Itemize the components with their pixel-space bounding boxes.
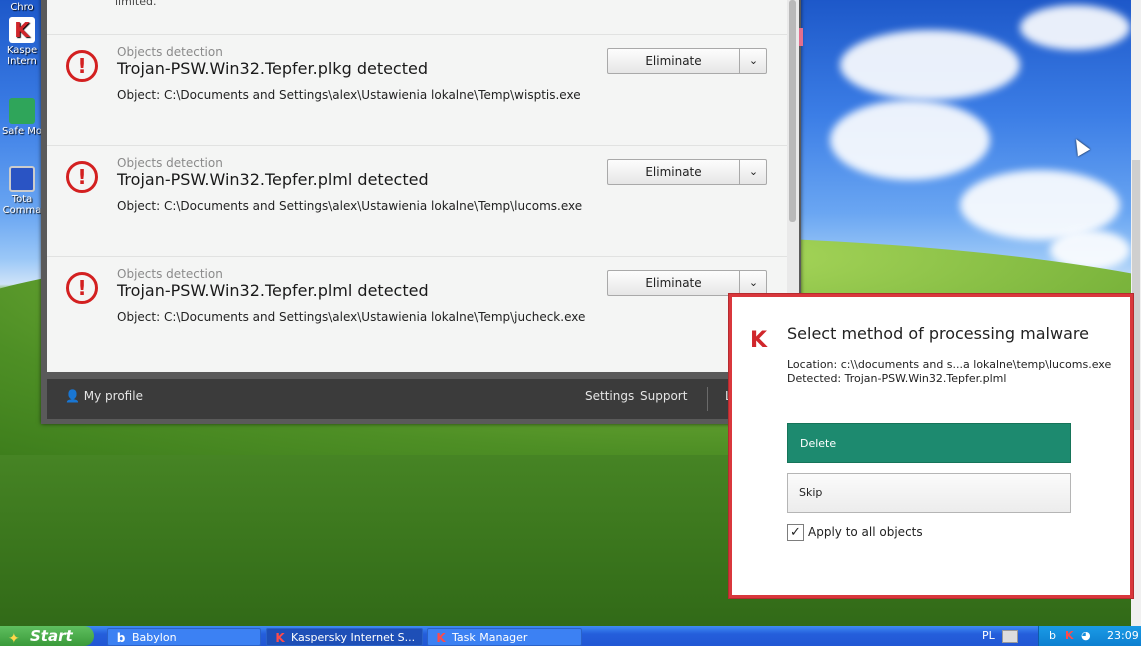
language-indicator[interactable]: PL [982,626,995,646]
malware-processing-dialog: K Select method of processing malware Lo… [729,294,1133,598]
detection-object: Object: C:\Documents and Settings\alex\U… [117,310,586,324]
support-link[interactable]: Support [640,389,687,403]
chevron-down-icon[interactable]: ⌄ [739,160,767,184]
eliminate-button-group: Eliminate ⌄ [607,48,767,74]
detected-text: Detected: Trojan-PSW.Win32.Tepfer.plml [787,372,1007,385]
keyboard-icon[interactable] [1002,630,1018,643]
start-label: Start [30,627,73,645]
detection-category: Objects detection [117,267,223,281]
detection-title: Trojan-PSW.Win32.Tepfer.plml detected [117,170,429,189]
warning-icon: ! [66,161,98,193]
location-text: Location: c:\\documents and s...a lokaln… [787,358,1112,371]
eliminate-button-group: Eliminate ⌄ [607,270,767,296]
user-icon: 👤 [65,389,80,403]
warning-icon: ! [66,50,98,82]
taskbar-item-babylon[interactable]: b Babylon [107,628,261,646]
apply-all-label: Apply to all objects [808,525,923,539]
apply-all-checkbox[interactable]: ✓ [787,524,804,541]
desktop-icon-kaspersky[interactable]: K Kaspe Intern [0,17,44,67]
clock[interactable]: 23:09 [1107,626,1139,646]
kaspersky-logo-icon: K [750,328,768,353]
settings-link[interactable]: Settings [585,389,634,403]
cloud [840,30,1020,100]
desktop-icon-chrome[interactable]: Chro [0,0,44,13]
tray-status-icon[interactable]: ◕ [1081,626,1091,646]
taskbar: ✦ Start b Babylon K Kaspersky Internet S… [0,626,1141,647]
detection-object: Object: C:\Documents and Settings\alex\U… [117,88,581,102]
warning-icon: ! [66,272,98,304]
detection-category: Objects detection [117,45,223,59]
desktop-icon-safe-money[interactable]: Safe Mo [0,98,44,137]
cloud [1020,5,1130,50]
babylon-icon: b [116,631,126,645]
total-commander-icon [9,166,35,192]
windows-flag-icon: ✦ [8,631,20,647]
desktop-icon-total-commander[interactable]: Tota Comma [0,166,44,216]
taskbar-item-task-manager[interactable]: K Task Manager [427,628,582,646]
footer-divider [707,387,708,411]
chevron-down-icon[interactable]: ⌄ [739,49,767,73]
babylon-tray-icon[interactable]: b [1049,626,1056,646]
chevron-down-icon[interactable]: ⌄ [739,271,767,295]
eliminate-button[interactable]: Eliminate [608,271,739,295]
system-tray: b K ◕ 23:09 [1038,626,1141,646]
kaspersky-icon: K [9,17,35,43]
cloud [830,100,990,180]
eliminate-button[interactable]: Eliminate [608,160,739,184]
kaspersky-tray-icon[interactable]: K [1065,626,1074,646]
detection-item: ! Objects detection Trojan-PSW.Win32.Tep… [47,256,788,367]
detection-category: Objects detection [117,156,223,170]
kaspersky-icon: K [275,631,285,645]
taskbar-item-kaspersky[interactable]: K Kaspersky Internet S... [266,628,423,646]
safe-money-icon [9,98,35,124]
skip-button[interactable]: Skip [787,473,1071,513]
eliminate-button[interactable]: Eliminate [608,49,739,73]
taskbar-item-label: Task Manager [452,631,528,644]
detection-title: Trojan-PSW.Win32.Tepfer.plkg detected [117,59,428,78]
taskbar-item-label: Babylon [132,631,177,644]
detection-item: ! Objects detection Trojan-PSW.Win32.Tep… [47,34,788,145]
detections-panel: limited. ! Objects detection Trojan-PSW.… [47,0,788,372]
detection-title: Trojan-PSW.Win32.Tepfer.plml detected [117,281,429,300]
taskbar-item-label: Kaspersky Internet S... [291,631,416,644]
dialog-title: Select method of processing malware [787,324,1089,343]
desktop-icon-label: Tota Comma [2,194,42,216]
my-profile-link[interactable]: 👤 My profile [65,389,143,403]
window-edge-marker [799,28,803,46]
scrollbar-thumb[interactable] [789,0,796,222]
task-manager-icon: K [436,631,446,645]
scrollbar-thumb[interactable] [1132,160,1140,430]
desktop-icon-label: Safe Mo [1,126,43,137]
partial-text: limited. [115,0,157,8]
start-button[interactable]: ✦ Start [0,626,94,647]
eliminate-button-group: Eliminate ⌄ [607,159,767,185]
kaspersky-footer: 👤 My profile Settings Support L [47,379,792,419]
delete-button[interactable]: Delete [787,423,1071,463]
detection-object: Object: C:\Documents and Settings\alex\U… [117,199,583,213]
desktop-icon-label: Chro [10,2,34,13]
desktop-icon-label: Kaspe Intern [6,45,38,67]
my-profile-label: My profile [83,389,143,403]
detection-item: ! Objects detection Trojan-PSW.Win32.Tep… [47,145,788,256]
